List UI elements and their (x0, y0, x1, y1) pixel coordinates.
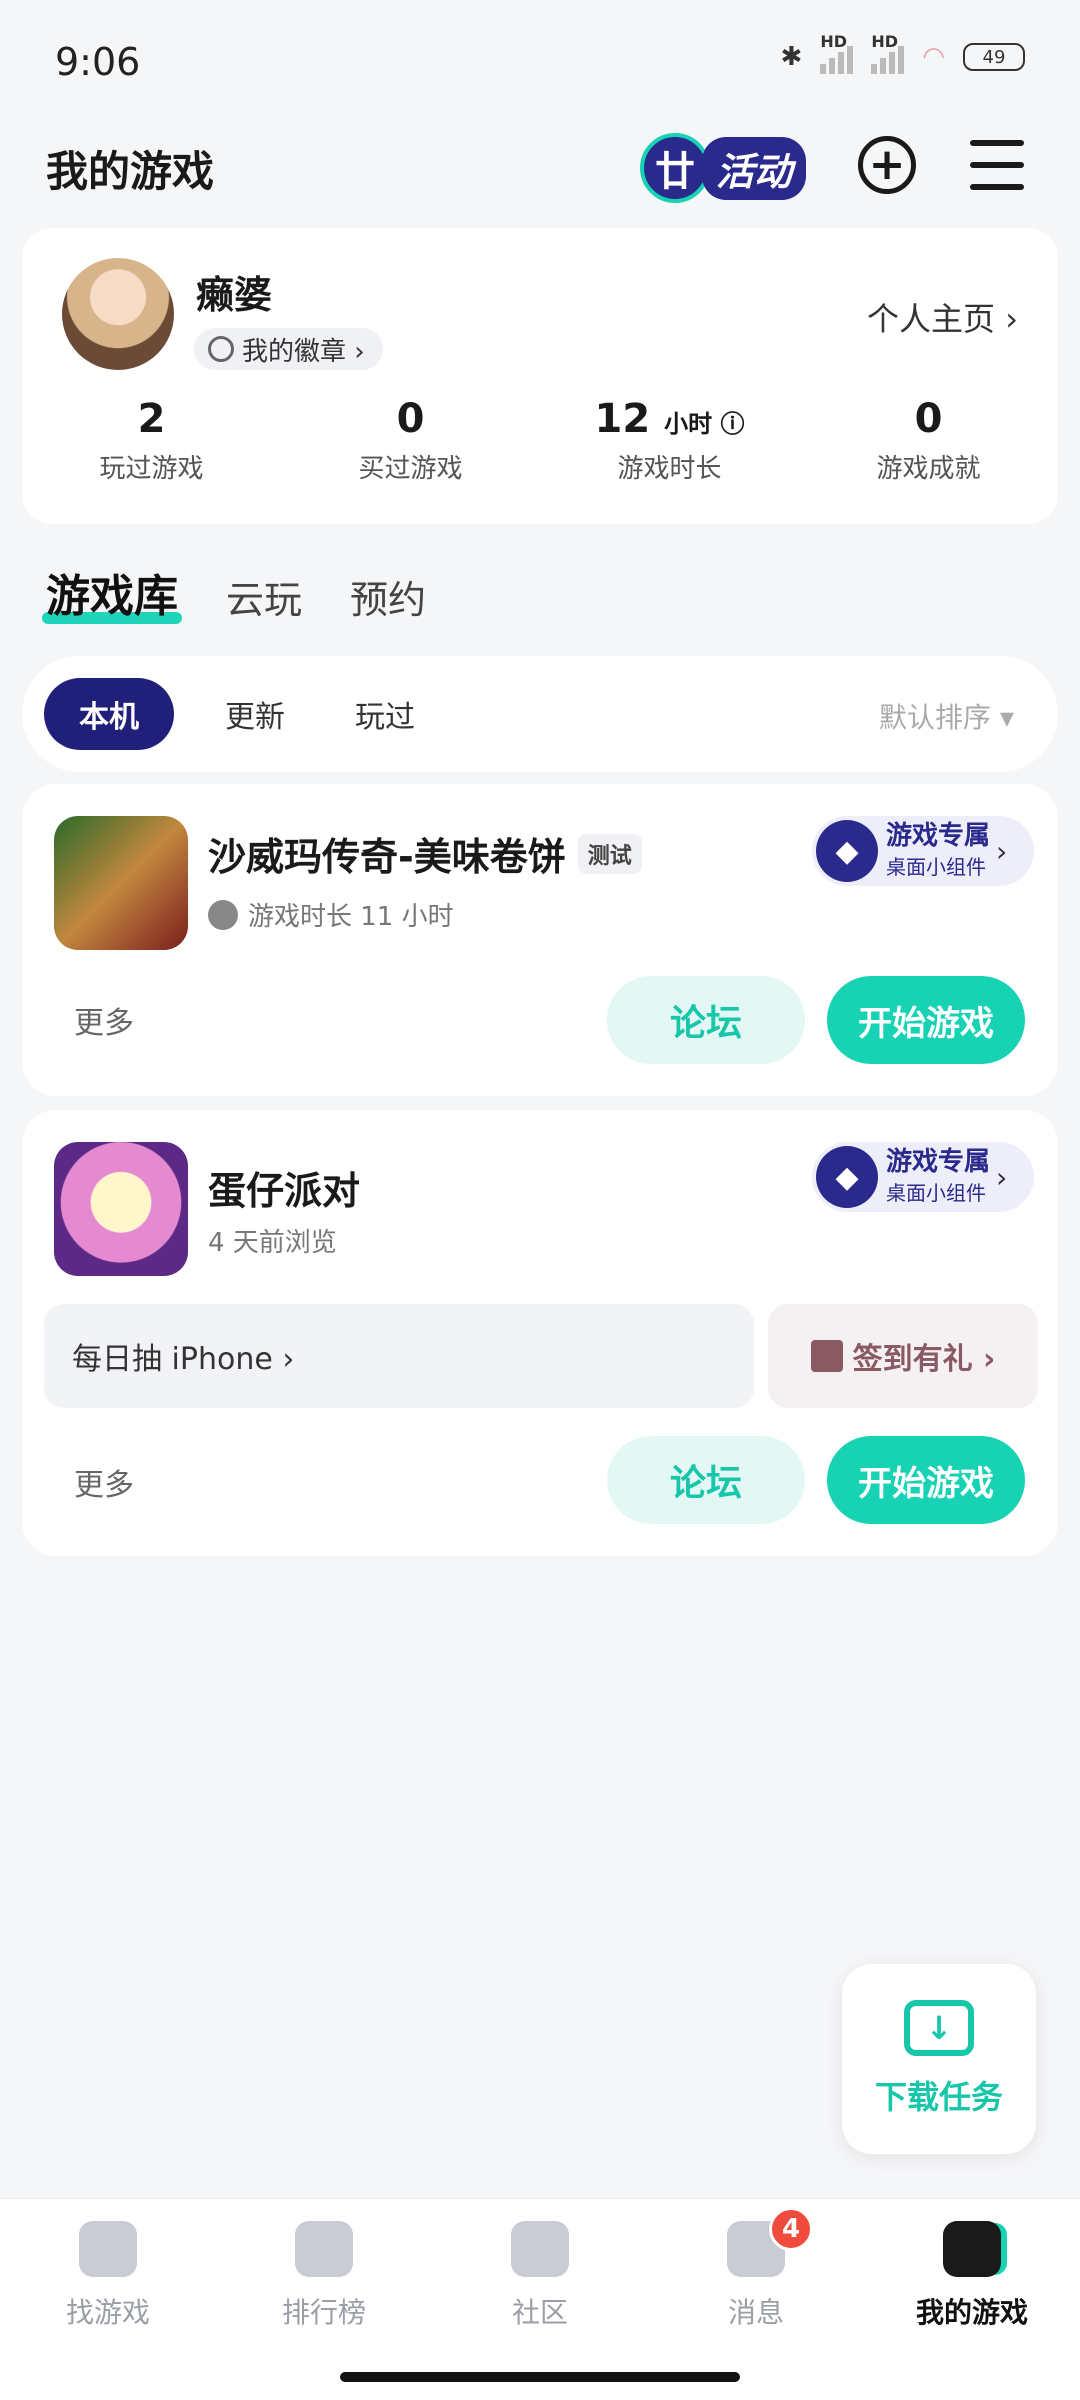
stat-bought[interactable]: 0 买过游戏 (281, 396, 540, 485)
checkin-reward-button[interactable]: 签到有礼 › (768, 1304, 1038, 1408)
menu-button[interactable] (970, 140, 1024, 190)
chevron-right-icon: › (996, 1160, 1008, 1194)
activity-button[interactable]: 廿 活动 (640, 128, 810, 208)
playtime-unit: 小时 ⓘ (664, 410, 745, 438)
status-icons: ✱ HD HD ◠ 49 (780, 32, 1025, 74)
gamepad-icon: ◆ (816, 820, 878, 882)
messages-icon: 4 (727, 2207, 813, 2277)
widget-button[interactable]: ◆ 游戏专属 桌面小组件 › (812, 1142, 1034, 1212)
rankings-icon (295, 2221, 353, 2277)
filter-local[interactable]: 本机 (44, 678, 174, 750)
tab-reserve[interactable]: 预约 (350, 569, 426, 624)
nav-rankings[interactable]: 排行榜 (216, 2221, 432, 2331)
game-card[interactable]: 蛋仔派对 4 天前浏览 ◆ 游戏专属 桌面小组件 › 每日抽 iPhone › … (22, 1110, 1058, 1556)
homepage-link[interactable]: 个人主页 › (867, 294, 1018, 340)
game-playtime: 游戏时长 11 小时 (248, 902, 454, 932)
signal-icon: HD (820, 32, 854, 74)
find-games-icon (79, 2221, 137, 2277)
my-badges-button[interactable]: 我的徽章 › (194, 328, 383, 370)
library-tabs: 游戏库 云玩 预约 (42, 560, 426, 624)
chevron-right-icon: › (996, 834, 1008, 868)
stats-row: 2 玩过游戏 0 买过游戏 12 小时 ⓘ 游戏时长 0 游戏成就 (22, 396, 1058, 485)
nav-my-games[interactable]: 我的游戏 (864, 2221, 1080, 2331)
username: 癞婆 (196, 273, 273, 317)
game-title: 沙威玛传奇-美味卷饼 (208, 835, 566, 879)
page-title: 我的游戏 (46, 147, 215, 196)
activity-label: 活动 (702, 136, 807, 200)
filter-update[interactable]: 更新 (190, 678, 320, 750)
gamepad-icon: ◆ (816, 1146, 878, 1208)
profile-card: 癞婆 我的徽章 › 个人主页 › 2 玩过游戏 0 买过游戏 12 小时 ⓘ 游… (22, 228, 1058, 524)
message-count-badge: 4 (769, 2207, 813, 2251)
nav-find-games[interactable]: 找游戏 (0, 2221, 216, 2331)
header: 我的游戏 廿 活动 + (0, 120, 1080, 220)
avatar[interactable] (62, 258, 174, 370)
start-game-button[interactable]: 开始游戏 (827, 976, 1025, 1064)
start-game-button[interactable]: 开始游戏 (827, 1436, 1025, 1524)
more-button[interactable]: 更多 (74, 1460, 134, 1504)
game-icon[interactable] (54, 1142, 188, 1276)
download-icon: ↓ (904, 2000, 974, 2056)
stat-played[interactable]: 2 玩过游戏 (22, 396, 281, 485)
stat-achievements[interactable]: 0 游戏成就 (799, 396, 1058, 485)
nav-messages[interactable]: 4 消息 (648, 2207, 864, 2331)
forum-button[interactable]: 论坛 (607, 1436, 805, 1524)
stat-playtime[interactable]: 12 小时 ⓘ 游戏时长 (540, 396, 799, 485)
sort-dropdown[interactable]: 默认排序 ▾ (879, 696, 1014, 736)
filter-played[interactable]: 玩过 (320, 678, 450, 750)
tab-library[interactable]: 游戏库 (42, 560, 182, 624)
forum-button[interactable]: 论坛 (607, 976, 805, 1064)
more-button[interactable]: 更多 (74, 998, 134, 1042)
community-icon (511, 2221, 569, 2277)
download-tasks-button[interactable]: ↓ 下载任务 (842, 1964, 1036, 2154)
game-card[interactable]: 沙威玛传奇-美味卷饼 测试 游戏时长 11 小时 ◆ 游戏专属 桌面小组件 › … (22, 784, 1058, 1096)
widget-button[interactable]: ◆ 游戏专属 桌面小组件 › (812, 816, 1034, 886)
my-badges-label: 我的徽章 › (242, 336, 365, 367)
status-bar: 9:06 ✱ HD HD ◠ 49 (0, 0, 1080, 120)
status-time: 9:06 (55, 40, 141, 84)
medal-icon (208, 336, 234, 362)
menu-icon (970, 140, 1024, 146)
bluetooth-icon: ✱ (780, 42, 803, 72)
home-indicator[interactable] (340, 2372, 740, 2382)
signal-icon-2: HD (871, 32, 905, 74)
activity-icon: 廿 (640, 133, 710, 203)
game-title: 蛋仔派对 (208, 1169, 361, 1213)
add-button[interactable]: + (858, 136, 916, 194)
test-tag: 测试 (577, 833, 642, 874)
download-label: 下载任务 (874, 2078, 1003, 2116)
game-icon[interactable] (54, 816, 188, 950)
bottom-nav: 找游戏 排行榜 社区 4 消息 我的游戏 (0, 2198, 1080, 2400)
wifi-icon: ◠ (922, 42, 945, 72)
tab-cloud[interactable]: 云玩 (226, 569, 302, 624)
daily-iphone-promo[interactable]: 每日抽 iPhone › (44, 1304, 754, 1408)
battery-icon: 49 (963, 43, 1025, 71)
game-last-viewed: 4 天前浏览 (208, 1228, 337, 1258)
plus-icon: + (868, 139, 906, 190)
gift-icon (810, 1340, 843, 1372)
nav-community[interactable]: 社区 (432, 2221, 648, 2331)
timer-icon (208, 899, 238, 930)
my-games-icon (943, 2221, 1001, 2277)
filter-bar: 本机 更新 玩过 默认排序 ▾ (22, 656, 1058, 772)
